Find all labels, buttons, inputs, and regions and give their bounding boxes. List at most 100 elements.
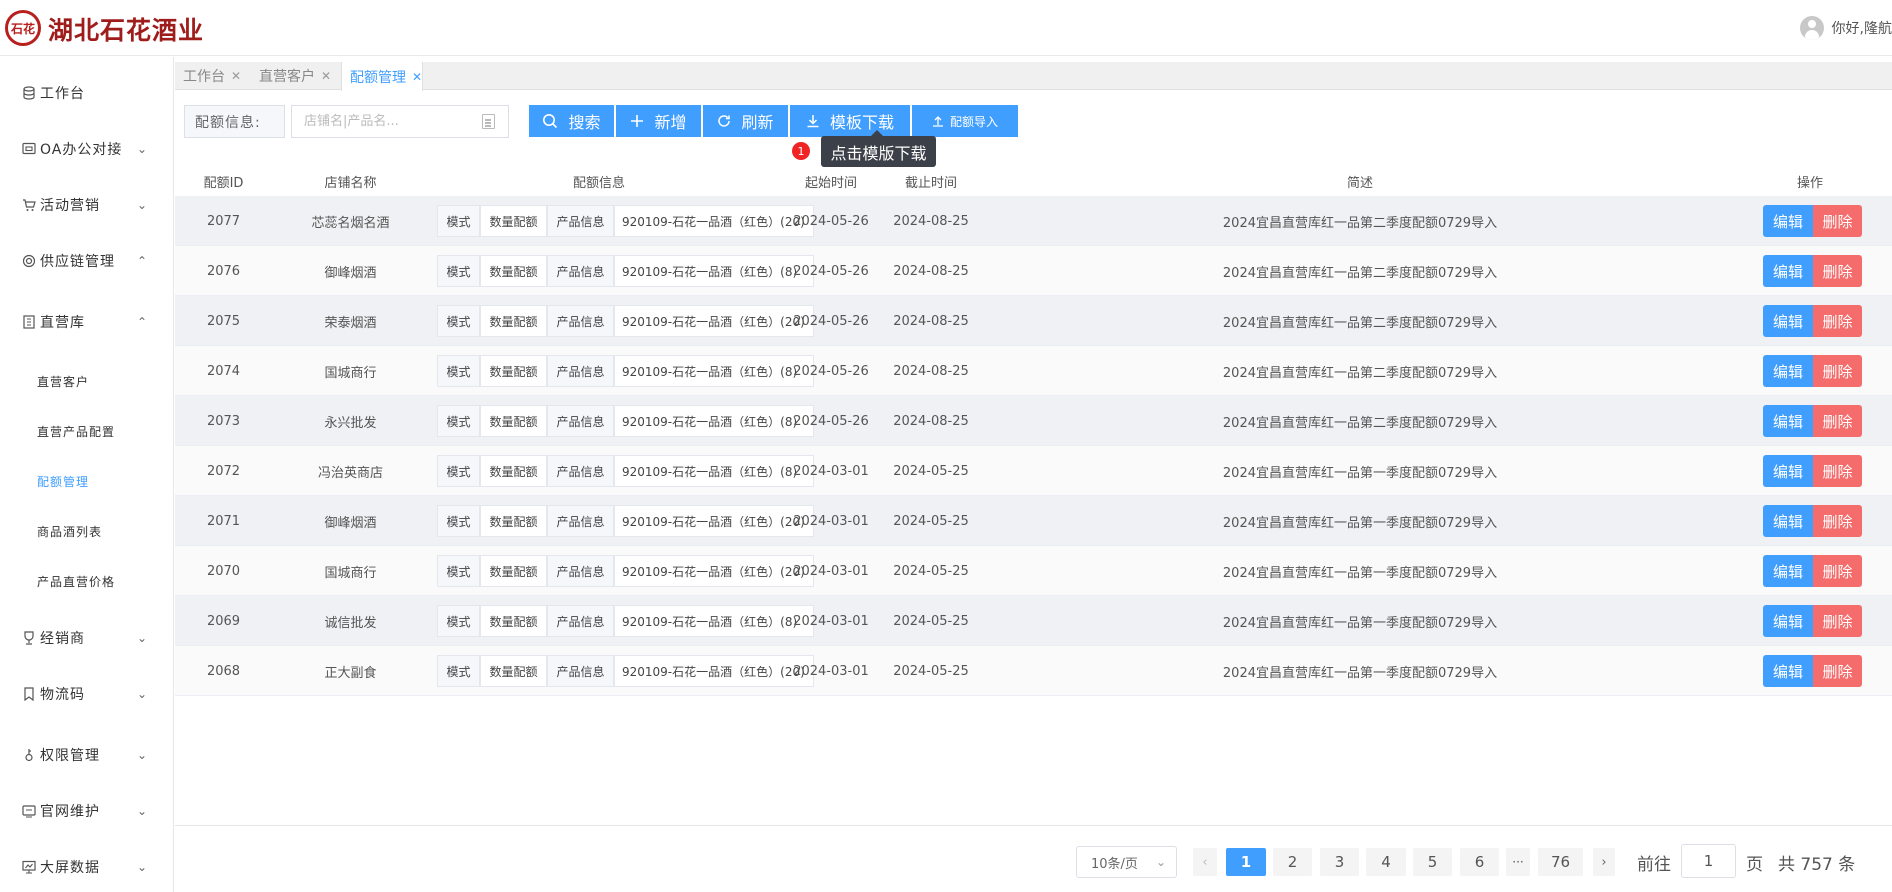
cell-shop: 御峰烟酒 [324, 265, 377, 281]
refresh-button-label: 刷新 [741, 113, 774, 132]
page-button-5[interactable]: 5 [1413, 848, 1452, 876]
page-button-2[interactable]: 2 [1273, 848, 1312, 876]
delete-button[interactable]: 删除 [1813, 205, 1862, 237]
delete-button[interactable]: 删除 [1813, 305, 1862, 337]
quota-import-label: 配额导入 [949, 114, 998, 129]
edit-button[interactable]: 编辑 [1763, 305, 1813, 337]
row-actions: 编辑 删除 [1763, 455, 1862, 487]
row-actions: 编辑 删除 [1763, 555, 1862, 587]
cell-description: 2024宜昌直营库红一品第二季度配额0729导入 [1222, 315, 1498, 331]
delete-button[interactable]: 删除 [1813, 405, 1862, 437]
cell-start-time: 2024-03-01 [793, 663, 869, 679]
delete-button[interactable]: 删除 [1813, 455, 1862, 487]
quota-mode-label: 模式 [437, 205, 480, 237]
next-page-button[interactable]: › [1593, 848, 1615, 876]
edit-button[interactable]: 编辑 [1763, 405, 1813, 437]
prev-page-button[interactable]: ‹ [1193, 848, 1217, 876]
chevron-up-icon: ⌃ [137, 315, 148, 329]
close-icon[interactable]: ✕ [231, 69, 241, 83]
template-download-button[interactable]: 模板下载 [790, 105, 910, 137]
delete-button[interactable]: 删除 [1813, 605, 1862, 637]
sidebar-item-permissions[interactable]: 权限管理 ⌄ [0, 735, 173, 775]
cell-id: 2072 [206, 463, 241, 479]
quota-quantity-label: 数量配额 [480, 505, 547, 537]
sidebar-item-workbench[interactable]: 工作台 [0, 73, 173, 113]
tab-quota-management[interactable]: 配额管理 ✕ [341, 62, 424, 91]
sidebar-item-distributor[interactable]: 经销商 ⌄ [0, 618, 173, 658]
user-menu[interactable]: 你好,隆航 [1799, 14, 1892, 42]
table-row: 2069 诚信批发 模式 数量配额 产品信息 920109-石花一品酒（红色）(8) 202… [175, 596, 1892, 646]
edit-button[interactable]: 编辑 [1763, 655, 1813, 687]
close-icon[interactable]: ✕ [412, 70, 422, 84]
sidebar-subitem-wine-list[interactable]: 商品酒列表 [0, 513, 173, 549]
quota-import-button[interactable]: 配额导入 [912, 105, 1018, 137]
sidebar-item-label: 官网维护 [40, 804, 100, 820]
delete-button[interactable]: 删除 [1813, 255, 1862, 287]
refresh-button[interactable]: 刷新 [703, 105, 788, 137]
company-logo-icon: 石花 [5, 10, 41, 46]
edit-button[interactable]: 编辑 [1763, 505, 1813, 537]
sidebar-item-big-screen[interactable]: 大屏数据 ⌄ [0, 847, 173, 887]
edit-button[interactable]: 编辑 [1763, 605, 1813, 637]
page-size-select[interactable]: 10条/页 ⌄ [1076, 846, 1177, 878]
chevron-down-icon: ⌄ [137, 860, 148, 874]
cart-icon [23, 199, 36, 211]
sidebar-subitem-direct-price[interactable]: 产品直营价格 [0, 563, 173, 599]
sidebar-item-supply-chain[interactable]: 供应链管理 ⌃ [0, 241, 173, 281]
delete-button[interactable]: 删除 [1813, 655, 1862, 687]
quota-info: 模式 数量配额 产品信息 920109-石花一品酒（红色）(20) [437, 555, 814, 587]
table-row: 2071 御峰烟酒 模式 数量配额 产品信息 920109-石花一品酒（红色）(20) 20… [175, 496, 1892, 546]
tab-workbench[interactable]: 工作台 ✕ [175, 62, 241, 90]
delete-button[interactable]: 删除 [1813, 355, 1862, 387]
quota-product-value: 920109-石花一品酒（红色）(20) [614, 505, 814, 537]
edit-button[interactable]: 编辑 [1763, 255, 1813, 287]
delete-button[interactable]: 删除 [1813, 555, 1862, 587]
search-button[interactable]: 搜索 [529, 105, 614, 137]
close-icon[interactable]: ✕ [321, 69, 331, 83]
edit-button[interactable]: 编辑 [1763, 455, 1813, 487]
quota-product-label: 产品信息 [547, 655, 614, 687]
page-button-last[interactable]: 76 [1538, 848, 1583, 876]
quota-mode-label: 模式 [437, 305, 480, 337]
page-button-4[interactable]: 4 [1366, 848, 1406, 876]
search-input[interactable] [291, 105, 509, 138]
screen-icon [22, 860, 36, 874]
cell-end-time: 2024-08-25 [893, 213, 969, 229]
page-button-1[interactable]: 1 [1226, 848, 1266, 876]
sidebar-item-label: 经销商 [40, 631, 85, 647]
cell-start-time: 2024-03-01 [793, 563, 869, 579]
sidebar-item-marketing[interactable]: 活动营销 ⌄ [0, 185, 173, 225]
cell-end-time: 2024-05-25 [893, 613, 969, 629]
sidebar-item-logistics-code[interactable]: 物流码 ⌄ [0, 674, 173, 714]
sidebar-item-direct-warehouse[interactable]: 直营库 ⌃ [0, 302, 173, 342]
sidebar-subitem-direct-customers[interactable]: 直营客户 [0, 363, 173, 399]
sidebar-subitem-product-config[interactable]: 直营产品配置 [0, 413, 173, 449]
quota-product-value: 920109-石花一品酒（红色）(8) [614, 605, 814, 637]
tab-direct-customers[interactable]: 直营客户 ✕ [251, 62, 331, 90]
cell-description: 2024宜昌直营库红一品第一季度配额0729导入 [1222, 665, 1498, 681]
sidebar-item-oa[interactable]: OA办公对接 ⌄ [0, 129, 173, 169]
sidebar-subitem-quota-management[interactable]: 配额管理 [0, 463, 173, 499]
quota-info: 模式 数量配额 产品信息 920109-石花一品酒（红色）(8) [437, 405, 814, 437]
row-actions: 编辑 删除 [1763, 255, 1862, 287]
cell-shop: 御峰烟酒 [324, 515, 377, 531]
upload-icon [932, 116, 943, 127]
table-row: 2072 冯治英商店 模式 数量配额 产品信息 920109-石花一品酒（红色）(8) 20… [175, 446, 1892, 496]
table-row: 2077 芯蕊名烟名酒 模式 数量配额 产品信息 920109-石花一品酒（红色）(20)… [175, 196, 1892, 246]
edit-button[interactable]: 编辑 [1763, 205, 1813, 237]
quota-mode-label: 模式 [437, 655, 480, 687]
delete-button[interactable]: 删除 [1813, 505, 1862, 537]
avatar [1799, 16, 1824, 40]
table-row: 2074 国城商行 模式 数量配额 产品信息 920109-石花一品酒（红色）(8) 202… [175, 346, 1892, 396]
more-pages-button[interactable]: ··· [1506, 848, 1530, 876]
sidebar-item-website[interactable]: 官网维护 ⌄ [0, 791, 173, 831]
page-button-3[interactable]: 3 [1320, 848, 1359, 876]
quota-mode-label: 模式 [437, 355, 480, 387]
goto-page-input[interactable] [1681, 844, 1736, 878]
page-button-6[interactable]: 6 [1460, 848, 1499, 876]
sidebar-item-label: 活动营销 [40, 198, 100, 214]
edit-button[interactable]: 编辑 [1763, 355, 1813, 387]
database-icon [23, 86, 35, 100]
edit-button[interactable]: 编辑 [1763, 555, 1813, 587]
add-button[interactable]: 新增 [616, 105, 701, 137]
